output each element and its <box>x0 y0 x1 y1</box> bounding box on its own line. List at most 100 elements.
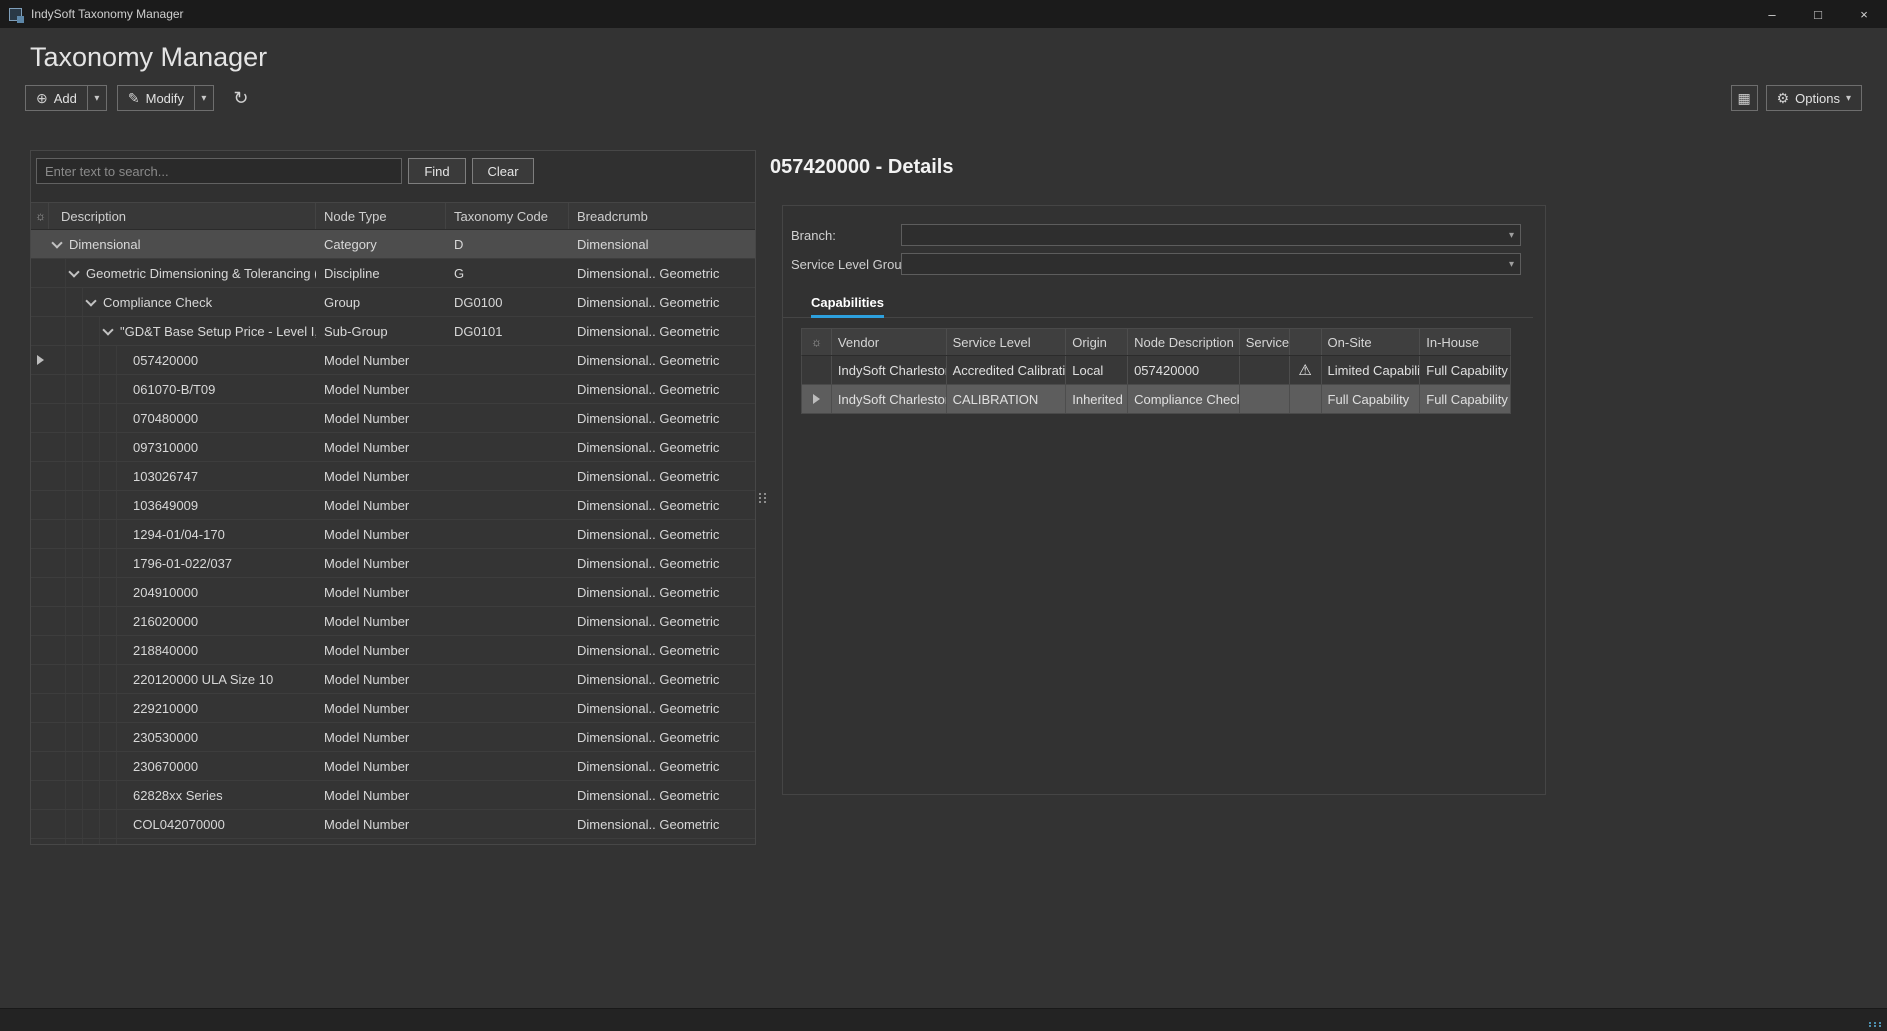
row-indicator-cell <box>31 375 49 403</box>
indent-guide <box>83 607 100 635</box>
tree-row[interactable]: 230670000Model NumberDimensional.. Geome… <box>31 752 755 781</box>
tree-row-taxonomy-code: D <box>446 230 569 258</box>
add-dropdown-button[interactable]: ▾ <box>87 86 106 110</box>
indent-guide <box>49 549 66 577</box>
resize-grip[interactable] <box>1869 1022 1883 1027</box>
row-indicator-cell <box>31 810 49 838</box>
tree-row[interactable]: 103026747Model NumberDimensional.. Geome… <box>31 462 755 491</box>
chevron-down-icon: ▾ <box>1509 230 1514 241</box>
modify-button[interactable]: ✎ Modify <box>118 86 194 110</box>
search-input[interactable] <box>36 158 402 184</box>
close-button[interactable]: × <box>1841 0 1887 28</box>
grid-view-button[interactable]: ▦ <box>1731 85 1758 111</box>
capability-row[interactable]: IndySoft CharlestonAccredited Calibratio… <box>801 356 1511 385</box>
add-button[interactable]: ⊕ Add <box>26 86 87 110</box>
tree-row[interactable]: Compliance CheckGroupDG0100Dimensional..… <box>31 288 755 317</box>
chevron-down-icon[interactable] <box>68 266 79 277</box>
tree-row-breadcrumb: Dimensional.. Geometric <box>569 549 755 577</box>
indent-guide <box>83 636 100 664</box>
tree-row[interactable]: "GD&T Base Setup Price - Level I, NonSub… <box>31 317 755 346</box>
row-indicator-cell <box>802 356 832 384</box>
indent-guide <box>66 607 83 635</box>
tree-row[interactable]: 1294-01/04-170Model NumberDimensional.. … <box>31 520 755 549</box>
indent-guide <box>100 491 117 519</box>
tree-row-breadcrumb: Dimensional.. Geometric <box>569 752 755 780</box>
tree-row[interactable]: 103649009Model NumberDimensional.. Geome… <box>31 491 755 520</box>
tab-capabilities[interactable]: Capabilities <box>811 290 884 318</box>
tree-row[interactable]: 097310000Model NumberDimensional.. Geome… <box>31 433 755 462</box>
indent-guide <box>83 665 100 693</box>
indent-guide <box>66 839 83 844</box>
tree-row[interactable]: 1796-01-022/037Model NumberDimensional..… <box>31 549 755 578</box>
tree-row-breadcrumb: Dimensional.. Geometric <box>569 839 755 844</box>
tree-row-description: 103649009 <box>49 491 316 519</box>
column-chooser-icon[interactable]: ☼ <box>802 329 832 355</box>
tree-row[interactable]: 229210000Model NumberDimensional.. Geome… <box>31 694 755 723</box>
tree-row[interactable]: 62828xx SeriesModel NumberDimensional.. … <box>31 781 755 810</box>
tree-row[interactable]: Geometric Dimensioning & Tolerancing (GD… <box>31 259 755 288</box>
column-header-taxonomy-code[interactable]: Taxonomy Code <box>446 203 569 229</box>
tree-row-description: 103026747 <box>49 462 316 490</box>
column-header-origin[interactable]: Origin <box>1066 329 1128 355</box>
column-header-in-house[interactable]: In-House <box>1420 329 1510 355</box>
tree-row[interactable]: 230530000Model NumberDimensional.. Geome… <box>31 723 755 752</box>
tree-row[interactable]: 070480000Model NumberDimensional.. Geome… <box>31 404 755 433</box>
pencil-icon: ✎ <box>128 90 140 107</box>
service-level-group-dropdown[interactable]: ▾ <box>901 253 1521 275</box>
indent-guide <box>49 723 66 751</box>
column-header-node-description[interactable]: Node Description <box>1128 329 1240 355</box>
tree-row[interactable]: COL042070000Model NumberDimensional.. Ge… <box>31 810 755 839</box>
chevron-down-icon[interactable] <box>102 324 113 335</box>
row-indicator-cell <box>31 346 49 374</box>
details-tabstrip: Capabilities <box>783 290 1533 318</box>
column-header-vendor[interactable]: Vendor <box>832 329 947 355</box>
details-panel: 057420000 - Details Branch: ▾ Service Le… <box>769 150 1887 1008</box>
capability-service-level: CALIBRATION <box>947 385 1067 413</box>
capability-service <box>1240 356 1290 384</box>
tree-row-description: 230530000 <box>49 723 316 751</box>
capability-row[interactable]: IndySoft CharlestonCALIBRATIONInheritedC… <box>801 385 1511 414</box>
panel-splitter[interactable] <box>756 150 769 845</box>
modify-dropdown-button[interactable]: ▾ <box>194 86 213 110</box>
row-indicator-cell <box>31 607 49 635</box>
column-header-service[interactable]: Service <box>1240 329 1290 355</box>
row-indicator-cell <box>31 230 49 258</box>
clear-button[interactable]: Clear <box>472 158 534 184</box>
tree-row[interactable]: DimensionalCategoryDDimensional <box>31 230 755 259</box>
refresh-icon: ↻ <box>233 88 248 109</box>
refresh-button[interactable]: ↻ <box>228 85 254 111</box>
tree-row[interactable]: 061070-B/T09Model NumberDimensional.. Ge… <box>31 375 755 404</box>
indent-guide <box>49 810 66 838</box>
branch-dropdown[interactable]: ▾ <box>901 224 1521 246</box>
column-header-on-site[interactable]: On-Site <box>1322 329 1421 355</box>
chevron-down-icon[interactable] <box>85 295 96 306</box>
tree-row[interactable]: 204910000Model NumberDimensional.. Geome… <box>31 578 755 607</box>
tree-row[interactable]: 220120000 ULA Size 10Model NumberDimensi… <box>31 665 755 694</box>
column-chooser-icon[interactable]: ☼ <box>31 203 49 229</box>
tree-row-node-type: Sub-Group <box>316 317 446 345</box>
tree-row-taxonomy-code: DG0101 <box>446 317 569 345</box>
indent-guide <box>66 781 83 809</box>
tree-row[interactable]: 057420000Model NumberDimensional.. Geome… <box>31 346 755 375</box>
tree-row-taxonomy-code <box>446 433 569 461</box>
tree-row[interactable]: 218840000Model NumberDimensional.. Geome… <box>31 636 755 665</box>
minimize-button[interactable]: – <box>1749 0 1795 28</box>
column-header-node-type[interactable]: Node Type <box>316 203 446 229</box>
maximize-button[interactable]: □ <box>1795 0 1841 28</box>
column-header-blank[interactable] <box>1290 329 1322 355</box>
capability-on-site: Full Capability <box>1322 385 1421 413</box>
tree-row-label: 216020000 <box>133 614 198 629</box>
column-header-service-level[interactable]: Service Level <box>947 329 1067 355</box>
find-button[interactable]: Find <box>408 158 466 184</box>
tree-row[interactable]: COL996701923Model NumberDimensional.. Ge… <box>31 839 755 844</box>
tree-row[interactable]: 216020000Model NumberDimensional.. Geome… <box>31 607 755 636</box>
options-button[interactable]: ⚙ Options ▾ <box>1766 85 1862 111</box>
column-header-breadcrumb[interactable]: Breadcrumb <box>569 203 755 229</box>
column-header-description[interactable]: Description <box>49 203 316 229</box>
capability-warning-cell <box>1290 385 1322 413</box>
tree-row-taxonomy-code <box>446 694 569 722</box>
tree-row-taxonomy-code <box>446 665 569 693</box>
tree-rows: DimensionalCategoryDDimensionalGeometric… <box>31 230 755 844</box>
indent-guide <box>100 404 117 432</box>
chevron-down-icon[interactable] <box>51 237 62 248</box>
